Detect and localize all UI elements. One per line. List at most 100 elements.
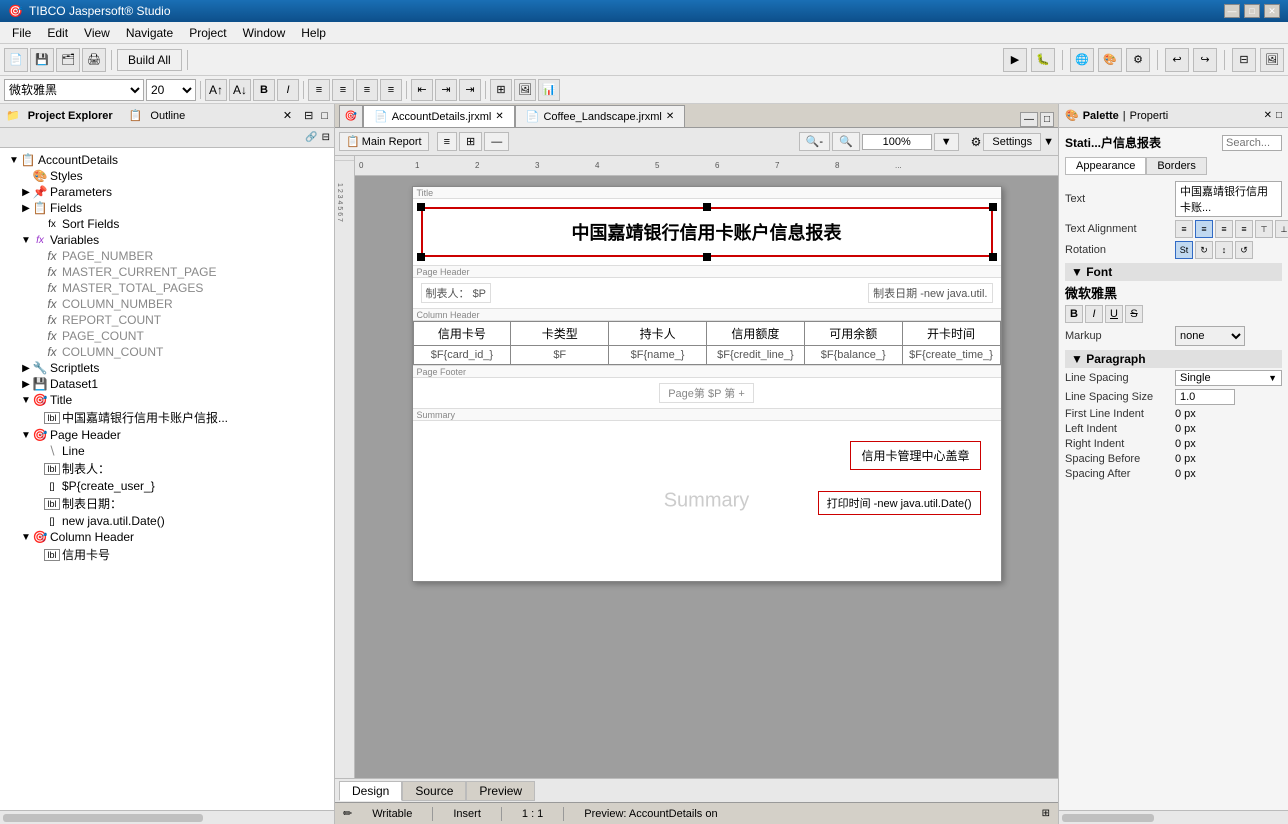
editor-minimize-button[interactable]: — (1020, 112, 1038, 127)
tree-fields[interactable]: ▶ 📋 Fields (0, 200, 334, 216)
details-view-button[interactable]: — (484, 132, 509, 151)
left-panel-scrollbar[interactable] (0, 810, 334, 824)
palette-button[interactable]: 🎨 (1098, 48, 1122, 72)
editor-tab-account[interactable]: 📄 AccountDetails.jrxml ✕ (363, 105, 515, 127)
font-size-select[interactable]: 20 (146, 79, 196, 101)
font-bold-button[interactable]: B (1065, 305, 1083, 323)
table-insert-button[interactable]: ⊞ (490, 79, 512, 101)
tree-page-header-band[interactable]: ▼ 🎯 Page Header (0, 427, 334, 443)
tree-account-details[interactable]: ▼ 📋 AccountDetails (0, 152, 334, 168)
tree-column-header-band[interactable]: ▼ 🎯 Column Header (0, 529, 334, 545)
zoom-in-button[interactable]: ▼ (934, 133, 959, 151)
font-italic-button[interactable]: I (1085, 305, 1103, 323)
redo-button[interactable]: ↪ (1193, 48, 1217, 72)
palette-tab-label[interactable]: Palette (1083, 110, 1119, 122)
align-right-button[interactable]: ≡ (356, 79, 378, 101)
grid-view-button[interactable]: ⊞ (459, 132, 482, 151)
indent-left-button[interactable]: ⇤ (411, 79, 433, 101)
settings-icon-button[interactable]: ⚙ (1126, 48, 1150, 72)
font-decrease-button[interactable]: A↓ (229, 79, 251, 101)
title-text-box[interactable]: 中国嘉靖银行信用卡账户信息报表 (421, 207, 993, 257)
view-toggle-button[interactable]: ⊟ (1232, 48, 1256, 72)
minimize-button[interactable]: — (1224, 4, 1240, 18)
tree-title-band[interactable]: ▼ 🎯 Title (0, 392, 334, 408)
menu-help[interactable]: Help (293, 24, 334, 42)
right-panel-scrollbar[interactable] (1059, 810, 1288, 824)
tree-styles[interactable]: 🎨 Styles (0, 168, 334, 184)
settings-button[interactable]: Settings (983, 133, 1041, 151)
tree-master-current[interactable]: fx MASTER_CURRENT_PAGE (0, 264, 334, 280)
align-justify-button[interactable]: ≡ (380, 79, 402, 101)
tree-page-count[interactable]: fx PAGE_COUNT (0, 328, 334, 344)
markup-select[interactable]: none html (1175, 326, 1245, 346)
menu-navigate[interactable]: Navigate (118, 24, 181, 42)
print-button[interactable]: 🖨 (82, 48, 106, 72)
align-center-button[interactable]: ≡ (1195, 220, 1213, 238)
tree-page-number[interactable]: fx PAGE_NUMBER (0, 248, 334, 264)
new-button[interactable]: 📄 (4, 48, 28, 72)
undo-button[interactable]: ↩ (1165, 48, 1189, 72)
rotation-none-button[interactable]: St (1175, 241, 1193, 259)
tree-create-user[interactable]: [] $P{create_user_} (0, 478, 334, 494)
run-button[interactable]: ▶ (1003, 48, 1027, 72)
tree-chuanbiaoren-label[interactable]: lbl 制表人： (0, 459, 334, 478)
tree-dataset1[interactable]: ▶ 💾 Dataset1 (0, 376, 334, 392)
tree-report-count[interactable]: fx REPORT_COUNT (0, 312, 334, 328)
prop-lss-input[interactable] (1175, 389, 1235, 405)
collapse-all-button[interactable]: ⊟ (322, 132, 330, 143)
align-left-button[interactable]: ≡ (308, 79, 330, 101)
rotation-cw-button[interactable]: ↻ (1195, 241, 1213, 259)
tree-title-label[interactable]: lbl 中国嘉靖银行信用卡账户信报... (0, 408, 334, 427)
align-right-button[interactable]: ≡ (1215, 220, 1233, 238)
rotation-ccw-button[interactable]: ↺ (1235, 241, 1253, 259)
editor-tab-close-button2[interactable]: ✕ (666, 111, 674, 122)
align-top-button[interactable]: ⊤ (1255, 220, 1273, 238)
chart-button[interactable]: 📊 (538, 79, 560, 101)
tree-sort-fields[interactable]: fx Sort Fields (0, 216, 334, 232)
debug-button[interactable]: 🐛 (1031, 48, 1055, 72)
indent-more-button[interactable]: ⇥ (459, 79, 481, 101)
menu-edit[interactable]: Edit (39, 24, 76, 42)
prop-linespacing-value[interactable]: Single ▼ (1175, 370, 1282, 386)
tree-scriptlets[interactable]: ▶ 🔧 Scriptlets (0, 360, 334, 376)
layout-button[interactable]: 🖼 (1260, 48, 1284, 72)
design-tab[interactable]: Design (339, 781, 402, 801)
zoom-reset-button[interactable]: 🔍 (832, 132, 860, 151)
tree-variables[interactable]: ▼ fx Variables (0, 232, 334, 248)
project-explorer-tab[interactable]: Project Explorer (28, 110, 113, 122)
font-strikethrough-button[interactable]: S (1125, 305, 1143, 323)
italic-button[interactable]: I (277, 79, 299, 101)
outline-tab[interactable]: Outline (150, 110, 185, 122)
rotation-180-button[interactable]: ↕ (1215, 241, 1233, 259)
source-tab[interactable]: Source (402, 781, 466, 801)
borders-tab[interactable]: Borders (1146, 157, 1207, 175)
canvas-scroll[interactable]: 0 1 2 3 4 5 6 7 8 ... (355, 156, 1058, 778)
stamp-box[interactable]: 信用卡管理中心盖章 (850, 441, 980, 470)
tree-line[interactable]: ∖ Line (0, 443, 334, 459)
print-time-box[interactable]: 打印时间 -new java.util.Date() (818, 491, 981, 515)
font-underline-button[interactable]: U (1105, 305, 1123, 323)
preview-tab[interactable]: Preview (466, 781, 535, 801)
close-button[interactable]: ✕ (1264, 4, 1280, 18)
editor-tab-close-button[interactable]: ✕ (495, 111, 503, 122)
settings-arrow-icon[interactable]: ▼ (1043, 136, 1054, 148)
save-button[interactable]: 💾 (30, 48, 54, 72)
right-panel-max-button[interactable]: □ (1276, 110, 1282, 121)
left-panel-close-button[interactable]: ✕ (283, 109, 292, 122)
tree-column-number[interactable]: fx COLUMN_NUMBER (0, 296, 334, 312)
font-increase-button[interactable]: A↑ (205, 79, 227, 101)
tree-parameters[interactable]: ▶ 📌 Parameters (0, 184, 334, 200)
paragraph-section-header[interactable]: ▼ Paragraph (1065, 350, 1282, 368)
editor-maximize-button[interactable]: □ (1040, 112, 1054, 127)
tree-new-date[interactable]: [] new java.util.Date() (0, 513, 334, 529)
bold-button[interactable]: B (253, 79, 275, 101)
zoom-out-button[interactable]: 🔍- (799, 132, 830, 151)
menu-view[interactable]: View (76, 24, 118, 42)
server-button[interactable]: 🌐 (1070, 48, 1094, 72)
tree-column-count[interactable]: fx COLUMN_COUNT (0, 344, 334, 360)
tree-master-total[interactable]: fx MASTER_TOTAL_PAGES (0, 280, 334, 296)
left-panel-menu-button[interactable]: ⊟ (304, 109, 313, 122)
align-left-button[interactable]: ≡ (1175, 220, 1193, 238)
menu-window[interactable]: Window (235, 24, 294, 42)
font-section-header[interactable]: ▼ Font (1065, 263, 1282, 281)
